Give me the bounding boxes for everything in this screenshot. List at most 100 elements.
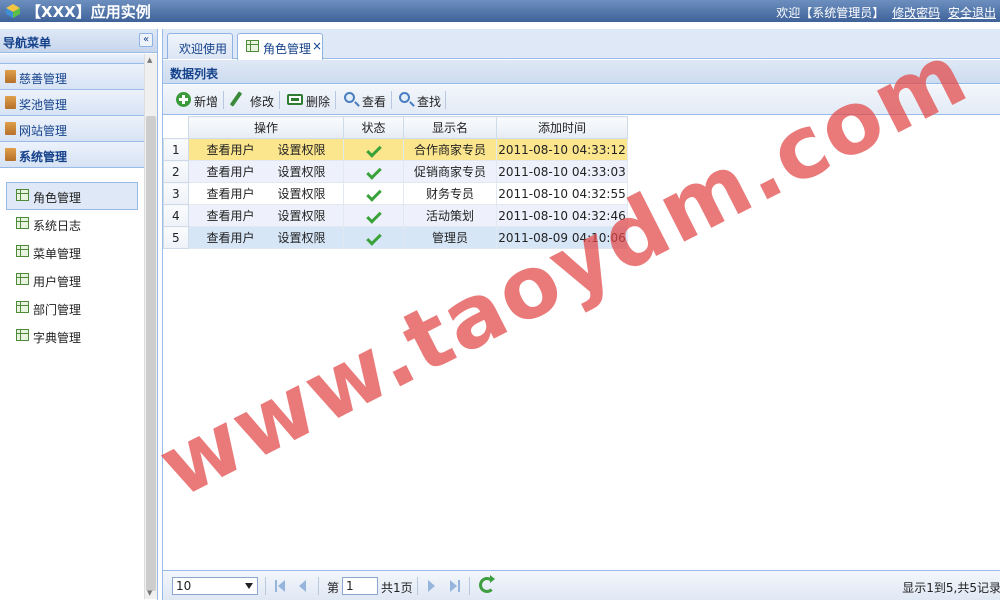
panel-title: 数据列表 <box>170 67 219 81</box>
magnifier-icon <box>344 92 355 103</box>
toolbar-divider <box>223 91 224 109</box>
edit-button[interactable]: 修改 <box>229 90 279 110</box>
grid-header-row: 操作 状态 显示名 添加时间 <box>163 116 628 139</box>
data-grid: 操作 状态 显示名 添加时间 1 查看用户 设置权限 合作商家专员 2011-0… <box>163 116 628 249</box>
delete-button[interactable]: 删除 <box>287 90 335 110</box>
tab-welcome[interactable]: 欢迎使用 <box>167 33 233 59</box>
row-number-header <box>163 116 189 139</box>
table-row[interactable]: 2 查看用户 设置权限 促销商家专员 2011-08-10 04:33:03 <box>163 160 628 183</box>
find-button-label: 查找 <box>417 95 442 109</box>
delete-button-label: 删除 <box>306 95 331 109</box>
collapse-sidebar-button[interactable]: « <box>139 33 153 47</box>
scroll-down-arrow-icon[interactable]: ▼ <box>147 589 152 597</box>
sidebar: 导航菜单 « 慈善管理 奖池管理 网站管理 系统管理 角色管理 系统日志 菜单管… <box>0 29 158 600</box>
folder-icon <box>5 70 16 83</box>
prev-page-button[interactable] <box>298 579 310 593</box>
view-users-link[interactable]: 查看用户 <box>207 209 255 223</box>
row-number: 2 <box>163 160 189 183</box>
page-size-value: 10 <box>176 579 192 593</box>
sidebar-section-partial[interactable] <box>0 54 144 64</box>
sidebar-item-roles[interactable]: 角色管理 <box>6 182 138 210</box>
set-permissions-link[interactable]: 设置权限 <box>277 165 325 179</box>
sidebar-item-label: 角色管理 <box>33 191 82 205</box>
sidebar-item-label: 系统日志 <box>33 219 82 233</box>
add-button[interactable]: 新增 <box>175 90 223 110</box>
sidebar-vertical-scrollbar[interactable]: ▲ ▼ <box>144 54 157 599</box>
check-icon <box>365 207 382 224</box>
sidebar-section-website[interactable]: 网站管理 <box>0 116 144 142</box>
last-page-button[interactable] <box>449 579 461 593</box>
first-page-button[interactable] <box>275 579 287 593</box>
next-page-icon <box>428 580 435 592</box>
sidebar-section-charity[interactable]: 慈善管理 <box>0 64 144 90</box>
sidebar-section-label: 系统管理 <box>19 150 68 164</box>
sidebar-section-prize-pool[interactable]: 奖池管理 <box>0 90 144 116</box>
view-users-link[interactable]: 查看用户 <box>207 143 255 157</box>
display-name-cell: 活动策划 <box>403 204 497 227</box>
tab-role-management[interactable]: 角色管理 × <box>237 33 323 60</box>
app-title: 【XXX】应用实例 <box>26 3 151 21</box>
view-users-link[interactable]: 查看用户 <box>207 165 255 179</box>
column-header-display-name[interactable]: 显示名 <box>403 116 497 139</box>
table-row[interactable]: 4 查看用户 设置权限 活动策划 2011-08-10 04:32:46 <box>163 204 628 227</box>
row-number: 4 <box>163 204 189 227</box>
delete-icon <box>287 94 303 105</box>
scroll-up-arrow-icon[interactable]: ▲ <box>147 56 152 64</box>
sidebar-section-system[interactable]: 系统管理 <box>0 142 144 168</box>
sidebar-item-menus[interactable]: 菜单管理 <box>6 238 138 266</box>
set-permissions-link[interactable]: 设置权限 <box>277 209 325 223</box>
check-icon <box>365 163 382 180</box>
sidebar-item-dictionary[interactable]: 字典管理 <box>6 322 138 350</box>
page-label-prefix: 第 <box>327 581 340 595</box>
set-permissions-link[interactable]: 设置权限 <box>277 187 325 201</box>
table-row[interactable]: 5 查看用户 设置权限 管理员 2011-08-09 04:10:06 <box>163 226 628 249</box>
grid-icon <box>16 245 29 257</box>
grid-toolbar: 新增 修改 删除 查看 查找 <box>163 85 1000 115</box>
view-users-link[interactable]: 查看用户 <box>207 231 255 245</box>
sidebar-item-users[interactable]: 用户管理 <box>6 266 138 294</box>
sidebar-item-system-log[interactable]: 系统日志 <box>6 210 138 238</box>
column-header-status[interactable]: 状态 <box>343 116 404 139</box>
table-row[interactable]: 3 查看用户 设置权限 财务专员 2011-08-10 04:32:55 <box>163 182 628 205</box>
app-logo-icon <box>6 4 20 18</box>
change-password-link[interactable]: 修改密码 <box>892 6 940 20</box>
set-permissions-link[interactable]: 设置权限 <box>277 231 325 245</box>
refresh-icon[interactable] <box>479 575 495 593</box>
table-row[interactable]: 1 查看用户 设置权限 合作商家专员 2011-08-10 04:33:12 <box>163 138 628 161</box>
sidebar-item-departments[interactable]: 部门管理 <box>6 294 138 322</box>
grid-icon <box>16 273 29 285</box>
check-icon <box>365 185 382 202</box>
row-number: 3 <box>163 182 189 205</box>
page-size-select[interactable]: 10 <box>172 577 258 595</box>
pager-divider <box>318 577 319 595</box>
status-cell <box>343 226 404 249</box>
sidebar-section-label: 网站管理 <box>19 124 68 138</box>
next-page-button[interactable] <box>426 579 438 593</box>
display-name-cell: 促销商家专员 <box>403 160 497 183</box>
row-number: 5 <box>163 226 189 249</box>
column-header-added-time[interactable]: 添加时间 <box>496 116 628 139</box>
panel-header: 数据列表 <box>163 60 1000 84</box>
tab-label: 角色管理 <box>263 42 312 56</box>
find-button[interactable]: 查找 <box>398 90 446 110</box>
column-header-actions[interactable]: 操作 <box>188 116 344 139</box>
page-total-text: 共1页 <box>381 581 413 595</box>
welcome-text: 欢迎【系统管理员】 <box>776 6 885 20</box>
status-cell <box>343 182 404 205</box>
page-number-input[interactable]: 1 <box>342 577 378 595</box>
view-button-label: 查看 <box>362 95 387 109</box>
sidebar-header: 导航菜单 « <box>0 29 157 53</box>
view-users-link[interactable]: 查看用户 <box>207 187 255 201</box>
chevron-down-icon <box>245 583 253 589</box>
scrollbar-thumb[interactable] <box>146 116 156 591</box>
check-icon <box>365 141 382 158</box>
logout-link[interactable]: 安全退出 <box>948 6 996 20</box>
magnifier-icon <box>399 92 410 103</box>
toolbar-divider <box>391 91 392 109</box>
set-permissions-link[interactable]: 设置权限 <box>277 143 325 157</box>
added-time-cell: 2011-08-10 04:32:55 <box>496 182 628 205</box>
added-time-cell: 2011-08-09 04:10:06 <box>496 226 628 249</box>
edit-button-label: 修改 <box>250 95 275 109</box>
view-button[interactable]: 查看 <box>343 90 391 110</box>
close-icon[interactable]: × <box>312 39 322 53</box>
